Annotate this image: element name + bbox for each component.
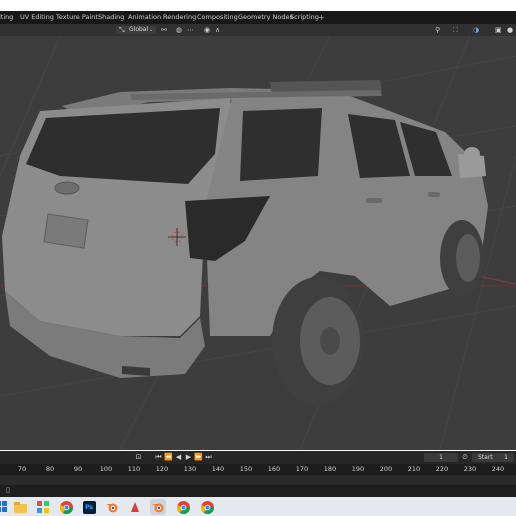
status-bar: ▯ xyxy=(0,485,516,497)
tab-compositing[interactable]: Compositing xyxy=(194,11,241,24)
add-workspace-button[interactable]: + xyxy=(318,11,325,24)
window-top-strip xyxy=(0,0,516,11)
jump-start-icon[interactable]: ⏮ xyxy=(154,453,163,462)
ruler-tick: 210 xyxy=(407,465,421,473)
start-frame-field[interactable]: Start 1 xyxy=(472,453,514,462)
tab-uv-editing[interactable]: UV Editing xyxy=(17,11,57,24)
ruler-tick: 190 xyxy=(351,465,365,473)
ruler-tick: 100 xyxy=(99,465,113,473)
ruler-tick: 230 xyxy=(463,465,477,473)
chevron-down-icon: ⌄ xyxy=(149,27,154,33)
xray-icon[interactable]: ▣ xyxy=(495,25,502,35)
start-value: 1 xyxy=(504,454,508,461)
os-taskbar: Ps xyxy=(0,497,516,516)
falloff-icon[interactable]: ∧ xyxy=(215,25,220,35)
app-grid-icon[interactable] xyxy=(35,499,51,515)
tab-texture-paint[interactable]: Texture Paint xyxy=(53,11,101,24)
pivot-point-icon[interactable]: ⚯ xyxy=(161,25,167,35)
tab-shading[interactable]: Shading xyxy=(95,11,127,24)
ruler-tick: 240 xyxy=(491,465,505,473)
play-reverse-icon[interactable]: ◀ xyxy=(174,453,183,462)
proportional-edit-icon[interactable]: ◉ xyxy=(204,25,210,35)
vehicle-model[interactable] xyxy=(2,80,488,405)
ruler-tick: 170 xyxy=(295,465,309,473)
ruler-tick: 160 xyxy=(267,465,281,473)
gizmo-icon[interactable]: ⛶ xyxy=(453,25,458,35)
ruler-tick: 110 xyxy=(127,465,141,473)
ruler-tick: 130 xyxy=(183,465,197,473)
windows-start-icon[interactable] xyxy=(0,499,10,515)
viewport-canvas xyxy=(0,36,516,450)
ruler-tick: 180 xyxy=(323,465,337,473)
play-icon[interactable]: ▶ xyxy=(184,453,193,462)
chrome-icon-2[interactable] xyxy=(175,499,191,515)
timeline-body[interactable] xyxy=(0,475,516,485)
prev-keyframe-icon[interactable]: ⏪ xyxy=(164,453,173,462)
blender-icon[interactable] xyxy=(104,499,120,515)
tab-lighting[interactable]: lting xyxy=(0,11,16,24)
overlay-icon[interactable]: ◑ xyxy=(473,25,479,35)
start-label: Start xyxy=(478,454,493,461)
photoshop-label: Ps xyxy=(82,500,96,514)
file-explorer-icon[interactable] xyxy=(12,499,28,515)
ruler-tick: 90 xyxy=(73,465,83,473)
current-frame-field[interactable]: 1 xyxy=(424,453,458,462)
clock-icon[interactable]: ⏲ xyxy=(460,453,470,462)
ruler-tick: 120 xyxy=(155,465,169,473)
chrome-icon-3[interactable] xyxy=(199,499,215,515)
ruler-tick: 150 xyxy=(239,465,253,473)
3d-viewport[interactable] xyxy=(0,36,516,450)
orientation-icon: ⤡ xyxy=(119,26,125,34)
jump-end-icon[interactable]: ⏭ xyxy=(204,453,213,462)
snap-target-icon[interactable]: ⋯ xyxy=(187,25,194,35)
shading-solid-icon[interactable]: ● xyxy=(507,25,513,35)
mouse-icon: ▯ xyxy=(6,486,10,494)
photoshop-icon[interactable]: Ps xyxy=(81,499,97,515)
blender-active-icon[interactable] xyxy=(150,499,166,515)
next-keyframe-icon[interactable]: ⏩ xyxy=(194,453,203,462)
transform-orientation-dropdown[interactable]: ⤡ Global ⌄ xyxy=(116,26,156,34)
ruler-tick: 200 xyxy=(379,465,393,473)
ruler-tick: 80 xyxy=(45,465,55,473)
timeline-ruler[interactable]: 70 80 90 100 110 120 130 140 150 160 170… xyxy=(0,464,516,475)
red-app-icon[interactable] xyxy=(127,499,143,515)
visibility-icon[interactable]: ⚲ xyxy=(435,25,440,35)
ruler-tick: 140 xyxy=(211,465,225,473)
ruler-tick: 70 xyxy=(17,465,27,473)
tab-animation[interactable]: Animation xyxy=(125,11,164,24)
orientation-label: Global xyxy=(129,26,149,33)
workspace-tab-bar: lting UV Editing Texture Paint Shading A… xyxy=(0,11,516,24)
keyframe-mode-icon[interactable]: ⊡ xyxy=(134,453,143,462)
ruler-tick: 220 xyxy=(435,465,449,473)
snap-icon[interactable]: ◍ xyxy=(176,25,182,35)
tab-scripting[interactable]: Scripting xyxy=(287,11,322,24)
chrome-icon[interactable] xyxy=(58,499,74,515)
viewport-header: ⤡ Global ⌄ ⚯ ◍ ⋯ ◉ ∧ ⚲ ⛶ ◑ ▣ ● xyxy=(0,24,516,36)
